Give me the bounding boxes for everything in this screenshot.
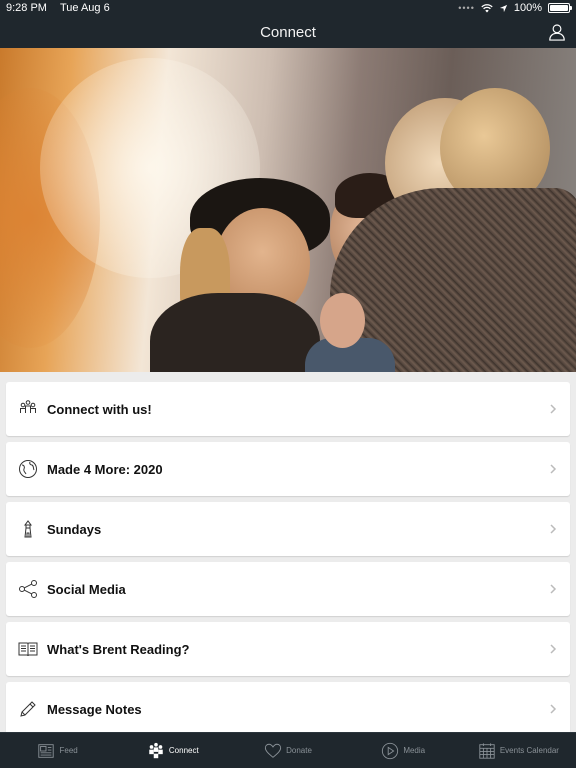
tab-events-calendar[interactable]: Events Calendar [461, 733, 576, 768]
lighthouse-icon [18, 519, 38, 539]
nav-bar: Connect [0, 16, 576, 48]
chevron-right-icon [550, 644, 557, 654]
chevron-right-icon [550, 704, 557, 714]
share-icon [18, 579, 38, 599]
hero-image [0, 48, 576, 372]
menu-item-sundays[interactable]: Sundays [6, 502, 570, 556]
tab-label: Donate [286, 746, 312, 755]
menu-list: Connect with us! Made 4 More: 2020 Sunda… [6, 382, 570, 742]
menu-item-whats-brent-reading[interactable]: What's Brent Reading? [6, 622, 570, 676]
battery-icon [548, 3, 572, 13]
tab-feed[interactable]: Feed [0, 733, 115, 768]
people-icon [18, 399, 38, 419]
menu-item-label: Made 4 More: 2020 [47, 461, 163, 477]
chevron-right-icon [550, 404, 557, 414]
tab-label: Connect [168, 746, 199, 755]
menu-item-label: Connect with us! [47, 401, 152, 417]
menu-item-label: What's Brent Reading? [47, 641, 190, 657]
menu-item-social-media[interactable]: Social Media [6, 562, 570, 616]
status-bar: 9:28 PM Tue Aug 6 •••• 100% [0, 0, 576, 16]
play-icon [382, 742, 399, 759]
calendar-icon [479, 742, 495, 759]
menu-item-label: Message Notes [47, 701, 142, 717]
menu-item-label: Social Media [47, 581, 126, 597]
tab-media[interactable]: Media [346, 733, 461, 768]
wifi-icon [481, 4, 493, 13]
menu-item-message-notes[interactable]: Message Notes [6, 682, 570, 736]
signal-icon: •••• [458, 3, 475, 13]
status-date: Tue Aug 6 [59, 2, 110, 14]
tab-label: Feed [59, 746, 78, 755]
tab-label: Media [403, 746, 426, 755]
tab-donate[interactable]: Donate [230, 733, 345, 768]
tab-connect[interactable]: Connect [115, 733, 230, 768]
page-title: Connect [260, 23, 316, 41]
battery-percent: 100% [513, 2, 542, 14]
people-icon [149, 742, 163, 758]
globe-icon [18, 459, 38, 479]
menu-item-made-4-more[interactable]: Made 4 More: 2020 [6, 442, 570, 496]
tab-bar: Feed Connect Donate Media Events Calenda… [0, 732, 576, 768]
tab-label: Events Calendar [499, 746, 559, 755]
menu-item-label: Sundays [47, 521, 102, 537]
feed-icon [38, 743, 55, 758]
book-icon [18, 639, 38, 659]
heart-icon [265, 743, 282, 758]
status-time: 9:28 PM [6, 2, 47, 14]
pencil-icon [18, 699, 38, 719]
menu-item-connect-with-us[interactable]: Connect with us! [6, 382, 570, 436]
chevron-right-icon [550, 524, 557, 534]
profile-icon[interactable] [548, 23, 566, 41]
chevron-right-icon [550, 584, 557, 594]
chevron-right-icon [550, 464, 557, 474]
location-icon [499, 4, 507, 12]
